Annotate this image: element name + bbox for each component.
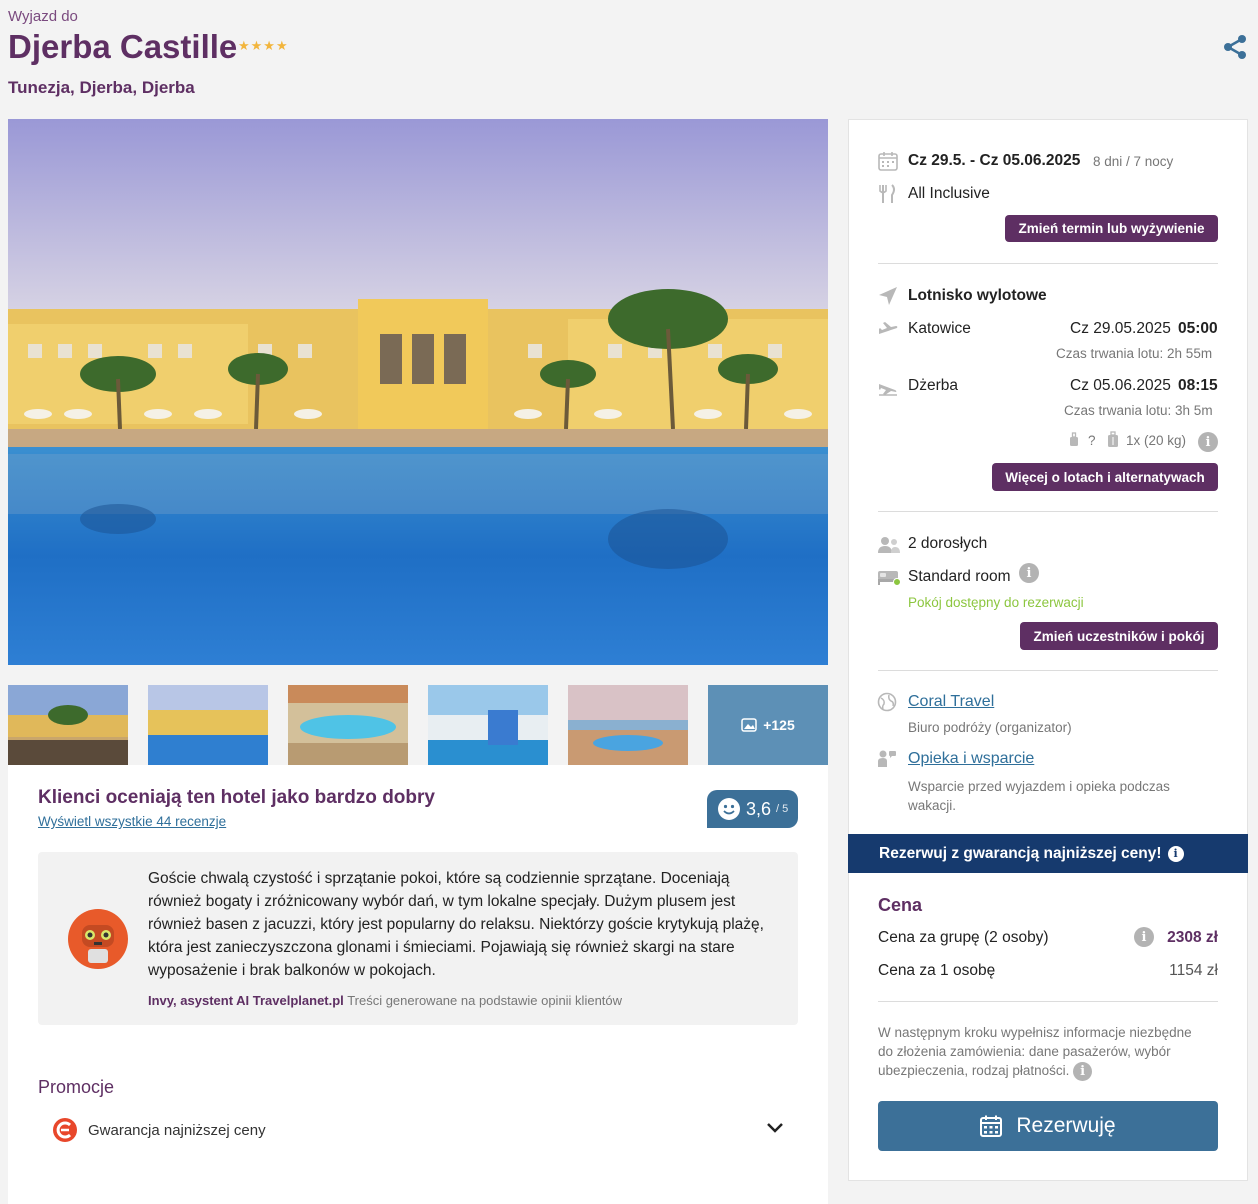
inbound-time: 08:15 <box>1178 377 1218 394</box>
share-icon[interactable] <box>1222 34 1248 60</box>
divider <box>878 263 1218 264</box>
hotel-title: Djerba Castille <box>8 28 238 65</box>
price-person-value: 1154 zł <box>1169 962 1218 979</box>
next-step-note-text: W następnym kroku wypełnisz informacje n… <box>878 1025 1192 1078</box>
support-agent-icon <box>878 750 896 767</box>
next-step-note: W następnym kroku wypełnisz informacje n… <box>878 1023 1208 1081</box>
ai-summary-signature: Invy, asystent AI Travelplanet.pl Treści… <box>148 993 622 1008</box>
inbound-city: Dżerba <box>908 377 958 394</box>
booking-panel <box>848 119 1248 1181</box>
thumbnail-photo[interactable] <box>288 685 408 765</box>
participants-count: 2 dorosłych <box>908 535 988 552</box>
outbound-flight-duration: Czas trwania lotu: 2h 55m <box>1056 346 1213 361</box>
trip-dates: Cz 29.5. - Cz 05.06.2025 <box>908 152 1081 169</box>
support-link[interactable]: Opieka i wsparcie <box>908 750 1034 768</box>
next-step-info-icon[interactable]: i <box>1073 1061 1093 1081</box>
divider <box>878 511 1218 512</box>
departure-airport-label: Lotnisko wylotowe <box>908 287 1047 304</box>
hold-bag-value: 1x (20 kg) <box>1126 433 1187 448</box>
trip-duration: 8 dni / 7 nocy <box>1093 154 1174 169</box>
people-icon <box>878 537 900 553</box>
room-type: Standard room <box>908 568 1011 585</box>
promotion-item[interactable]: Gwarancja najniższej ceny <box>52 1117 788 1143</box>
board-type: All Inclusive <box>908 185 990 202</box>
hotel-location: Tunezja, Djerba, Djerba <box>8 78 195 97</box>
calendar-icon <box>980 1115 1003 1137</box>
more-photos-button[interactable]: +125 <box>708 685 828 765</box>
outbound-date: Cz 29.05.2025 <box>1070 320 1171 337</box>
price-title: Cena <box>878 895 923 915</box>
support-description: Wsparcie przed wyjazdem i opieka podczas… <box>908 779 1170 813</box>
thumbnail-photo[interactable] <box>568 685 688 765</box>
ai-author: Invy, asystent AI Travelplanet.pl <box>148 993 344 1008</box>
divider <box>878 1001 1218 1002</box>
hotel-main-photo[interactable] <box>8 119 828 665</box>
plane-landing-icon <box>879 384 897 396</box>
room-availability: Pokój dostępny do rezerwacji <box>908 595 1084 610</box>
price-group-value: 2308 zł <box>1167 929 1218 946</box>
promotion-label: Gwarancja najniższej ceny <box>88 1121 266 1139</box>
thumbnail-photo[interactable] <box>8 685 128 765</box>
flights-more-button[interactable]: Więcej o lotach i alternatywach <box>992 463 1218 491</box>
organizer-description: Biuro podróży (organizator) <box>908 720 1072 735</box>
ai-assistant-avatar <box>68 909 128 969</box>
ai-note: Treści generowane na podstawie opinii kl… <box>347 993 623 1008</box>
calendar-icon <box>878 152 898 171</box>
price-guarantee-icon <box>53 1118 77 1142</box>
promotions-title: Promocje <box>38 1077 115 1097</box>
cabin-bag-icon <box>1070 432 1078 446</box>
cabin-bag-value: ? <box>1088 433 1096 448</box>
bed-icon <box>878 571 901 586</box>
gallery-icon <box>741 718 757 732</box>
cutlery-icon <box>879 184 895 203</box>
ai-summary-text: Goście chwalą czystość i sprzątanie poko… <box>148 870 764 979</box>
price-group-label: Cena za grupę (2 osoby) <box>878 929 1049 946</box>
inbound-date: Cz 05.06.2025 <box>1070 377 1171 394</box>
book-button[interactable]: Rezerwuję <box>878 1101 1218 1151</box>
all-reviews-link[interactable]: Wyświetl wszystkie 44 recenzje <box>38 814 226 829</box>
outbound-city: Katowice <box>908 320 971 337</box>
organizer-link[interactable]: Coral Travel <box>908 693 994 711</box>
divider <box>878 670 1218 671</box>
thumbnail-photo[interactable] <box>148 685 268 765</box>
price-person-label: Cena za 1 osobę <box>878 962 996 979</box>
rating-badge[interactable]: 3,6 / 5 <box>707 790 798 828</box>
plane-takeoff-icon <box>879 322 898 334</box>
suitcase-icon <box>1108 431 1118 447</box>
inbound-flight-duration: Czas trwania lotu: 3h 5m <box>1064 403 1213 418</box>
price-guarantee-text: Rezerwuj z gwarancją najniższej ceny! <box>879 844 1162 862</box>
room-info-icon[interactable]: i <box>1019 563 1039 583</box>
rating-score: 3,6 <box>746 798 772 819</box>
rating-title: Klienci oceniają ten hotel jako bardzo d… <box>38 787 435 808</box>
price-info-icon[interactable]: i <box>1134 927 1154 947</box>
guarantee-info-icon[interactable]: i <box>1167 845 1184 862</box>
change-room-button[interactable]: Zmień uczestników i pokój <box>1020 622 1218 650</box>
outbound-time: 05:00 <box>1178 320 1218 337</box>
globe-icon <box>877 692 897 712</box>
chevron-down-icon[interactable] <box>766 1121 784 1135</box>
hotel-stars: ★★★★ <box>238 38 289 53</box>
smiley-icon <box>718 798 740 820</box>
navigation-arrow-icon <box>879 287 897 305</box>
book-button-label: Rezerwuję <box>1016 1114 1116 1137</box>
change-term-button[interactable]: Zmień termin lub wyżywienie <box>1005 215 1218 242</box>
price-guarantee-banner[interactable]: Rezerwuj z gwarancją najniższej ceny! i <box>848 834 1248 873</box>
more-photos-count: +125 <box>763 717 795 733</box>
pre-title: Wyjazd do <box>8 8 78 25</box>
thumbnail-photo[interactable] <box>428 685 548 765</box>
rating-scale: / 5 <box>776 803 789 815</box>
baggage-info-icon[interactable]: i <box>1198 432 1218 452</box>
